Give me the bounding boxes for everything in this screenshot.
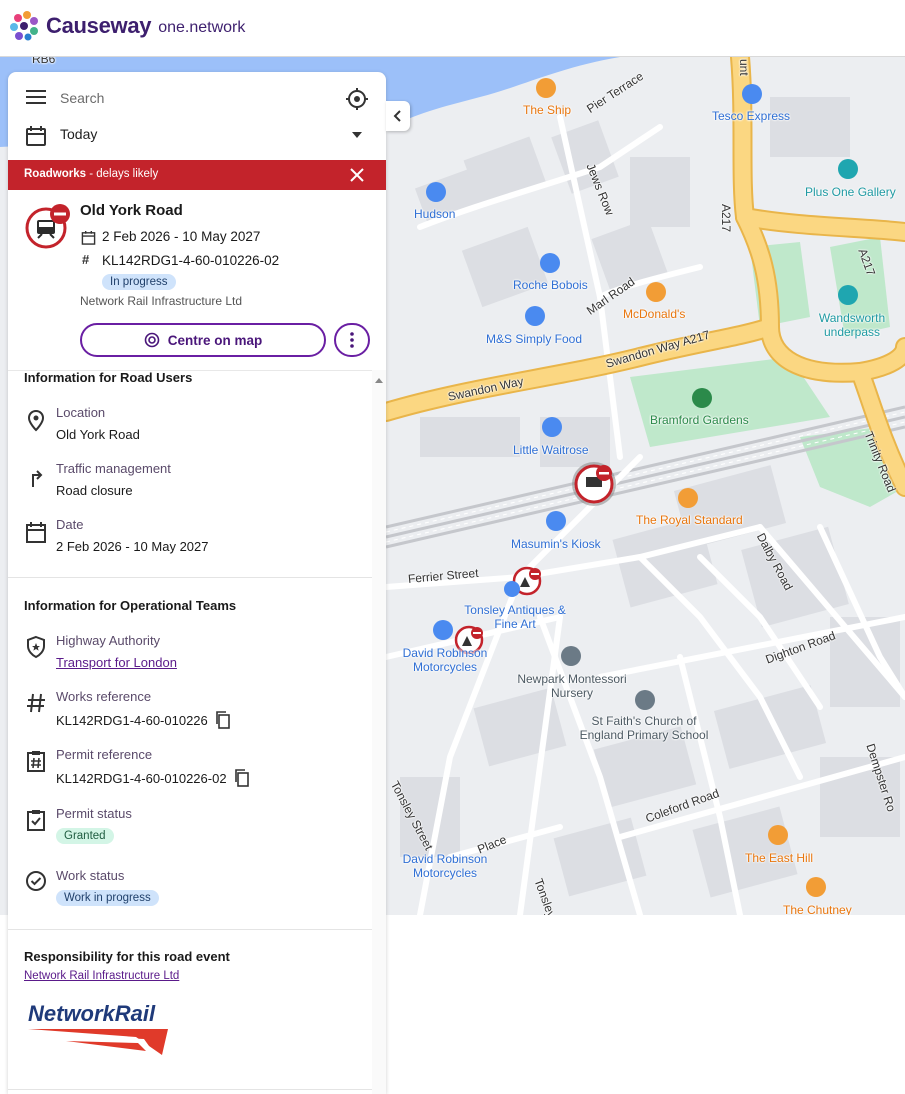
poi-wandsworth-underpass[interactable]: Wandsworth underpass	[812, 311, 892, 339]
poi-st-faiths-church[interactable]: St Faith's Church of England Primary Sch…	[574, 714, 714, 742]
location-value: Old York Road	[56, 427, 140, 442]
banner-text: Roadworks - delays likely	[24, 168, 158, 180]
divider	[8, 577, 372, 578]
works-reference-row: KL142RDG1-4-60-010226	[56, 711, 231, 729]
divider	[8, 929, 372, 930]
operational-teams-title: Information for Operational Teams	[24, 598, 237, 613]
causeway-logo[interactable]: Causeway one.network	[8, 10, 245, 42]
permit-reference-label: Permit reference	[56, 747, 153, 762]
locate-icon[interactable]	[345, 87, 369, 111]
chevron-down-icon	[352, 132, 362, 138]
copy-icon[interactable]	[234, 769, 250, 787]
responsibility-org-link[interactable]: Network Rail Infrastructure Ltd	[24, 970, 179, 982]
roadworks-banner: Roadworks - delays likely	[8, 160, 386, 190]
hash-icon	[27, 693, 45, 713]
hash-icon: #	[82, 252, 90, 267]
more-vertical-icon	[350, 332, 354, 348]
network-rail-logo-text: NetworkRail	[28, 1001, 156, 1026]
road-users-title: Information for Road Users	[24, 370, 193, 385]
location-label: Location	[56, 405, 106, 420]
poi-the-chutney[interactable]: The Chutney	[783, 903, 852, 915]
responsibility-title: Responsibility for this road event	[24, 949, 230, 964]
banner-suffix: - delays likely	[86, 168, 159, 180]
works-reference-label: Works reference	[56, 689, 152, 704]
more-options-button[interactable]	[334, 323, 370, 357]
causeway-logo-icon	[10, 11, 38, 41]
poi-the-ship[interactable]: The Ship	[523, 103, 571, 117]
calendar-icon	[26, 522, 46, 543]
poi-david-robinson[interactable]: David Robinson Motorcycles	[398, 646, 492, 674]
road-label-a217-north: A217	[719, 204, 733, 233]
event-organisation: Network Rail Infrastructure Ltd	[80, 294, 243, 308]
copy-icon[interactable]	[215, 711, 231, 729]
scroll-up-arrow[interactable]	[375, 378, 383, 383]
poi-royal-standard[interactable]: The Royal Standard	[636, 513, 743, 527]
road-label-rb6: RB6	[32, 57, 56, 66]
check-circle-icon	[26, 871, 46, 891]
turn-arrow-icon	[32, 470, 43, 487]
permit-status-badge: Granted	[56, 828, 114, 844]
divider	[8, 1089, 372, 1090]
clipboard-hash-icon	[27, 751, 45, 772]
target-icon	[144, 332, 160, 348]
event-summary: Old York Road 2 Feb 2026 - 10 May 2027 #…	[8, 190, 386, 370]
poi-hudson[interactable]: Hudson	[414, 207, 455, 221]
top-bar: Causeway one.network	[0, 0, 905, 57]
location-pin-icon	[27, 409, 45, 432]
date-value: 2 Feb 2026 - 10 May 2027	[56, 539, 209, 554]
poi-masumins-kiosk[interactable]: Masumin's Kiosk	[511, 537, 601, 551]
poi-roche-bobois[interactable]: Roche Bobois	[513, 278, 588, 292]
poi-the-east-hill[interactable]: The East Hill	[745, 851, 813, 865]
event-title: Old York Road	[80, 202, 183, 219]
poi-plus-one-gallery[interactable]: Plus One Gallery	[805, 185, 896, 199]
permit-reference-value: KL142RDG1-4-60-010226-02	[56, 771, 227, 786]
event-reference: KL142RDG1-4-60-010226-02	[102, 253, 280, 268]
chevron-left-icon	[393, 110, 401, 122]
centre-on-map-button[interactable]: Centre on map	[80, 323, 326, 357]
menu-icon[interactable]	[26, 90, 46, 106]
traffic-management-label: Traffic management	[56, 461, 171, 476]
poi-tonsley-antiques[interactable]: Tonsley Antiques & Fine Art	[463, 603, 567, 631]
poi-newpark-montessori[interactable]: Newpark Montessori Nursery	[510, 672, 634, 700]
event-details-scroll[interactable]: Information for Road Users Location Old …	[8, 370, 372, 1094]
traffic-management-value: Road closure	[56, 483, 133, 498]
below-map-area	[386, 915, 905, 1094]
brand-sub: one.network	[158, 18, 246, 36]
event-side-panel: Today Roadworks - delays likely Old York…	[8, 72, 386, 1094]
poi-david-robinson-2[interactable]: David Robinson Motorcycles	[398, 852, 492, 880]
highway-authority-link[interactable]: Transport for London	[56, 655, 177, 670]
work-status-badge: Work in progress	[56, 890, 159, 906]
clipboard-check-icon	[27, 810, 45, 831]
centre-on-map-label: Centre on map	[167, 332, 263, 348]
poi-tesco-express[interactable]: Tesco Express	[712, 109, 790, 123]
calendar-icon	[26, 126, 46, 146]
works-reference-value: KL142RDG1-4-60-010226	[56, 713, 208, 728]
brand-name: Causeway	[46, 13, 152, 38]
permit-status-label: Permit status	[56, 806, 132, 821]
poi-mcdonalds[interactable]: McDonald's	[623, 307, 685, 321]
permit-reference-row: KL142RDG1-4-60-010226-02	[56, 769, 250, 787]
highway-authority-label: Highway Authority	[56, 633, 161, 648]
banner-type: Roadworks	[24, 168, 86, 180]
date-label: Date	[56, 517, 84, 532]
road-label-unt: unt	[737, 59, 751, 76]
collapse-panel-button[interactable]	[386, 101, 410, 131]
poi-ms-simply-food[interactable]: M&S Simply Food	[486, 332, 582, 346]
search-input[interactable]	[60, 86, 330, 110]
poi-bramford-gardens[interactable]: Bramford Gardens	[650, 413, 749, 427]
date-filter[interactable]: Today	[8, 120, 386, 160]
scrollbar[interactable]	[372, 370, 386, 1094]
calendar-small-icon	[81, 230, 96, 245]
network-rail-logo: NetworkRail	[28, 1001, 168, 1055]
close-icon[interactable]	[348, 166, 366, 184]
event-dates: 2 Feb 2026 - 10 May 2027	[102, 229, 261, 244]
status-badge: In progress	[102, 274, 176, 290]
shield-star-icon	[27, 635, 45, 659]
roadworks-closure-icon	[25, 204, 70, 249]
work-status-label: Work status	[56, 868, 125, 883]
search-bar	[8, 72, 386, 124]
date-filter-value: Today	[60, 126, 98, 142]
poi-little-waitrose[interactable]: Little Waitrose	[513, 443, 589, 457]
